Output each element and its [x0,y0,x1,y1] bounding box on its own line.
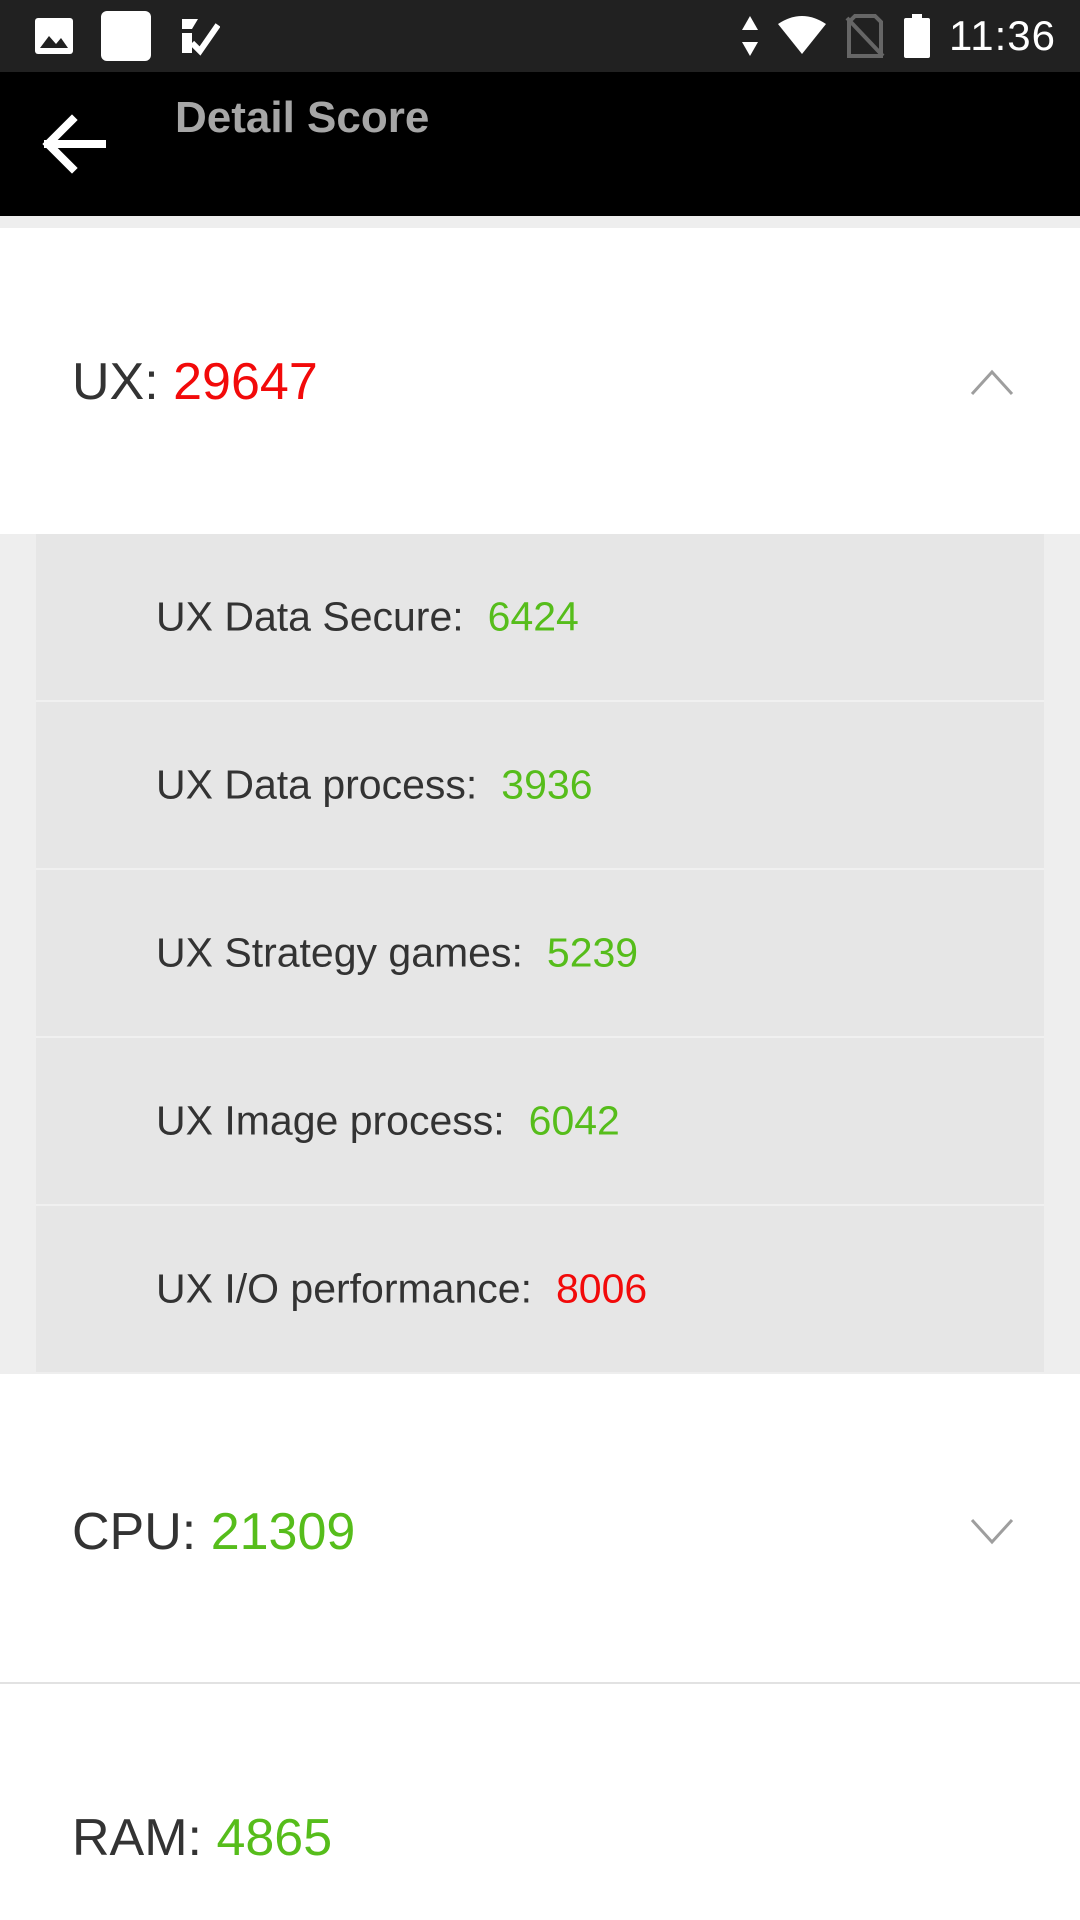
checkmark-notification-icon [182,19,220,56]
status-right-icons: 11:36 [741,8,1056,64]
section-header-ram[interactable]: RAM: 4865 [0,1684,1080,1920]
back-button[interactable] [40,114,112,174]
subscore-value: 3936 [501,761,593,808]
data-arrows-icon [742,16,758,56]
ux-subscore-list: UX Data Secure: 6424 UX Data process: 3936… [0,534,1080,1374]
arrow-left-icon [42,114,106,174]
subscore-label: UX I/O performance: [156,1265,532,1312]
subscore-value: 8006 [555,1265,648,1312]
section-header-ux[interactable]: UX: 29647 [0,228,1080,534]
list-item: UX Data Secure: 6424 [36,534,1044,700]
chevron-down-icon[interactable] [970,1518,1014,1546]
subscore-label: UX Data Secure: [156,593,464,640]
subscore-value: 5239 [546,929,639,976]
section-name-ram: RAM: [72,1809,217,1867]
section-score-cpu: 21309 [210,1503,356,1561]
chevron-up-icon[interactable] [970,368,1014,396]
section-name-cpu: CPU: [72,1503,211,1561]
status-time: 11:36 [949,12,1056,59]
section-score-ram: 4865 [216,1809,333,1867]
section-name-ux: UX: [72,353,174,411]
subscore-label: UX Strategy games: [156,929,523,976]
list-item: UX Strategy games: 5239 [36,870,1044,1036]
status-bar: 11:36 [0,0,1080,72]
section-header-cpu[interactable]: CPU: 21309 [0,1374,1080,1682]
list-item: UX I/O performance: 8006 [36,1206,1044,1372]
section-score-ux: 29647 [173,353,318,411]
subscore-value: 6042 [528,1097,620,1144]
wifi-icon [778,16,826,54]
square-icon [101,11,151,61]
list-item: UX Data process: 3936 [36,702,1044,868]
no-sim-icon [845,14,885,58]
section-title-ux: UX: 29647 [72,352,318,412]
battery-icon [904,14,930,58]
toolbar-shadow [0,216,1080,228]
section-title-cpu: CPU: 21309 [72,1502,355,1562]
subscore-value: 6424 [487,593,579,640]
list-item: UX Image process: 6042 [36,1038,1044,1204]
section-title-ram: RAM: 4865 [72,1808,332,1868]
subscore-label: UX Image process: [156,1097,505,1144]
page-title: Detail Score [175,93,430,142]
status-left-icons [34,8,220,64]
image-icon [35,18,73,54]
subscore-label: UX Data process: [156,761,478,808]
app-bar [0,72,1080,216]
